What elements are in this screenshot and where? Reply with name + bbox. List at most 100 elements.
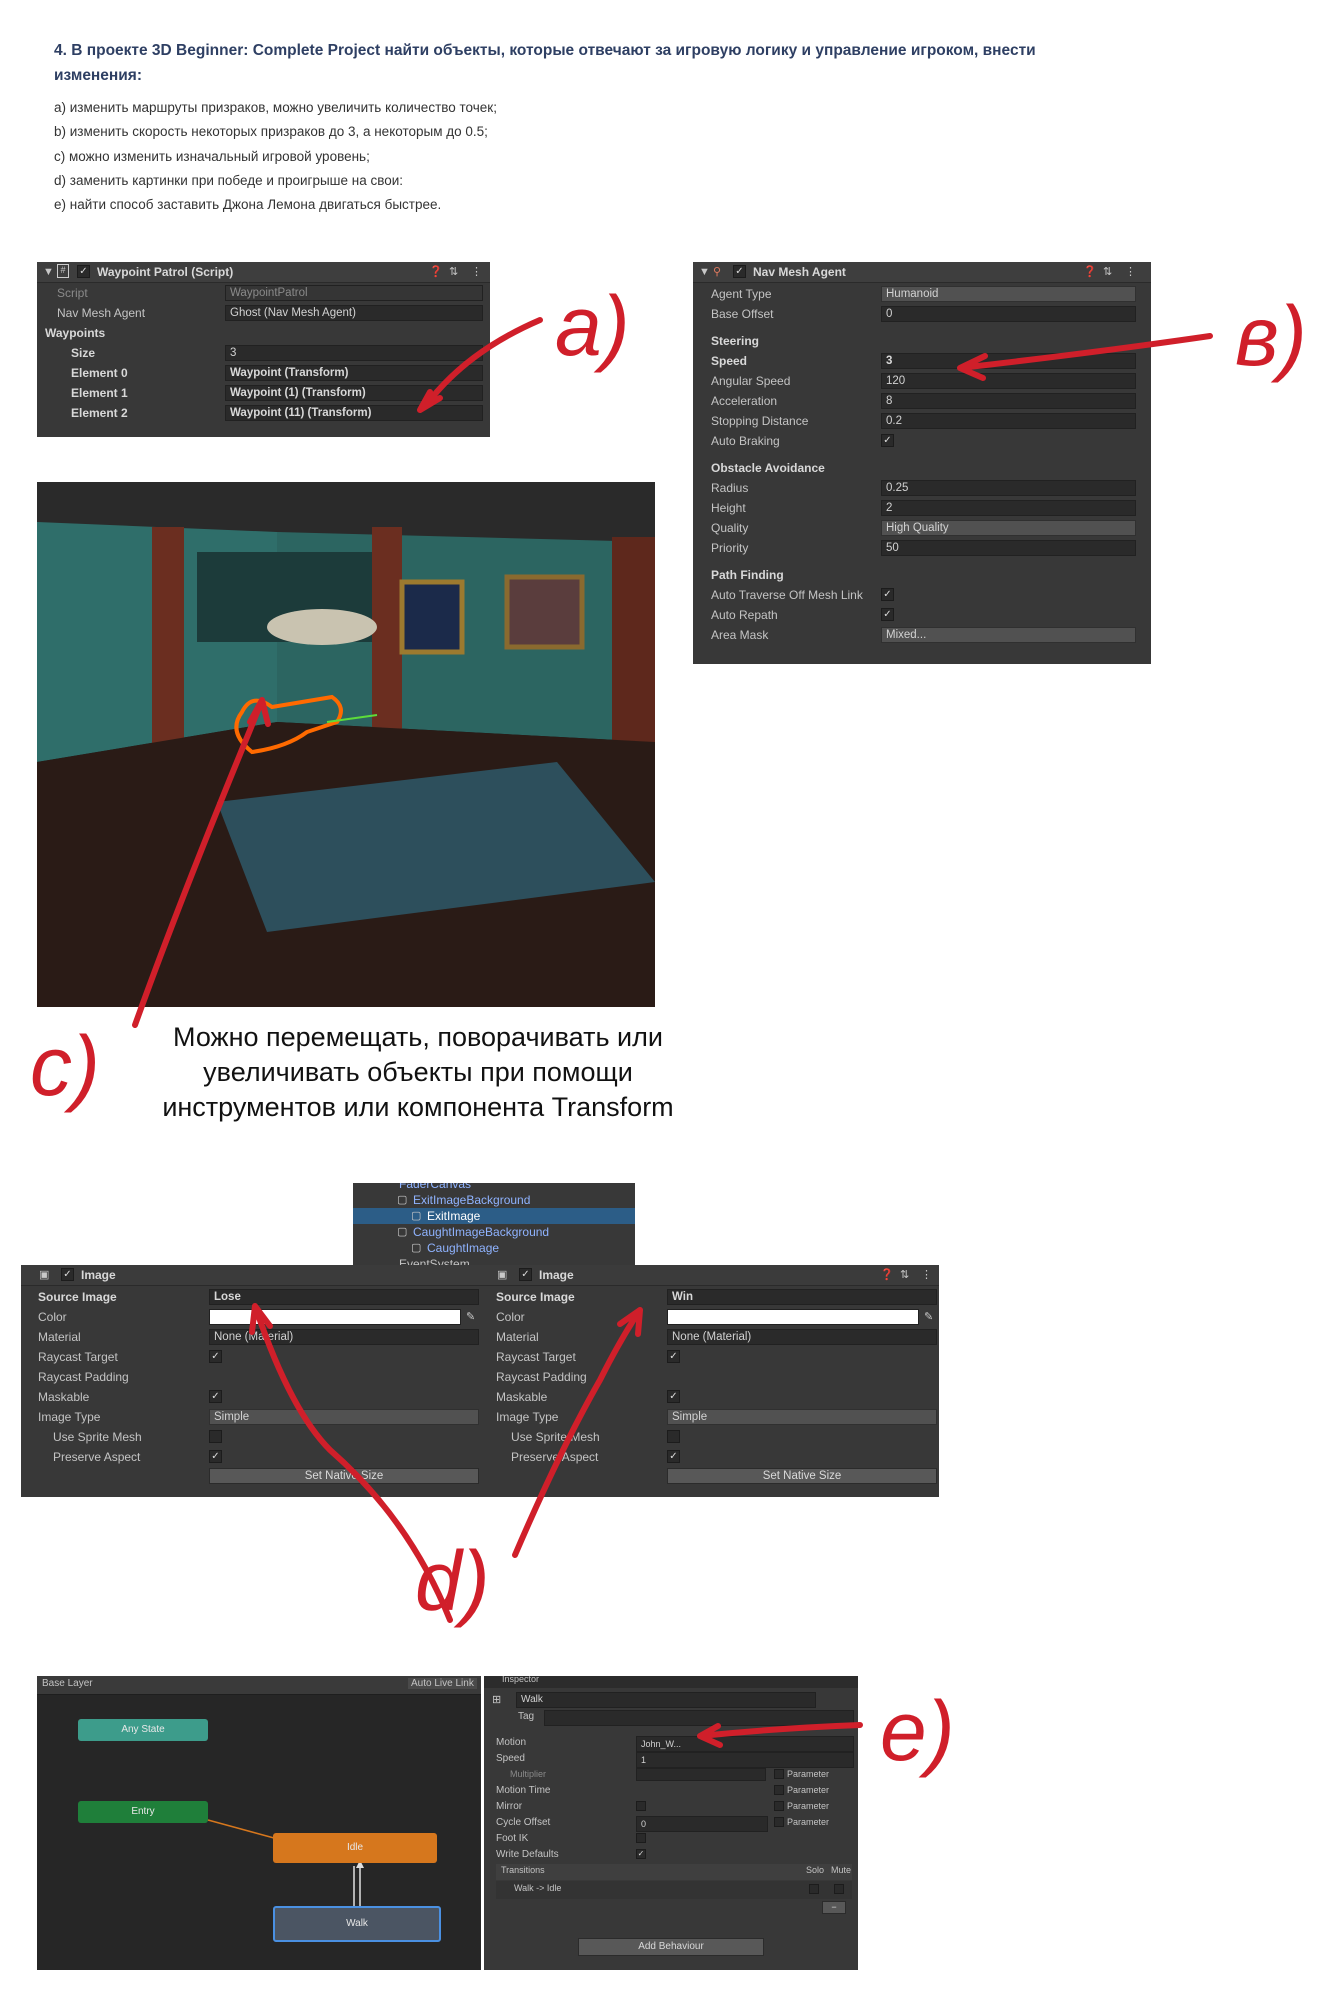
help-icon[interactable]: ❓ bbox=[880, 1268, 894, 1281]
raycast-padding-label[interactable]: Raycast Padding bbox=[38, 1370, 129, 1384]
image-type-dropdown[interactable]: Simple bbox=[667, 1409, 937, 1425]
color-label: Color bbox=[496, 1310, 525, 1324]
stopping-distance-field[interactable]: 0.2 bbox=[881, 413, 1136, 429]
hierarchy-item[interactable]: FaderCanvas bbox=[399, 1183, 471, 1191]
enabled-checkbox[interactable]: ✓ bbox=[77, 265, 90, 278]
mirror-param-checkbox[interactable] bbox=[774, 1801, 784, 1811]
quality-dropdown[interactable]: High Quality bbox=[881, 520, 1136, 536]
enabled-checkbox[interactable]: ✓ bbox=[733, 265, 746, 278]
preset-icon[interactable]: ⇅ bbox=[449, 265, 458, 278]
element-1-field[interactable]: Waypoint (1) (Transform) bbox=[225, 385, 483, 401]
gameobject-icon: ▢ bbox=[397, 1226, 408, 1238]
menu-icon[interactable]: ⋮ bbox=[471, 265, 482, 278]
tag-field[interactable] bbox=[544, 1710, 854, 1726]
eyedropper-icon[interactable]: ✎ bbox=[466, 1310, 475, 1323]
hierarchy-item[interactable]: CaughtImageBackground bbox=[413, 1225, 549, 1239]
animator-graph[interactable]: Base Layer Auto Live Link Any State Entr… bbox=[37, 1676, 481, 1970]
annotation-d: d) bbox=[415, 1534, 490, 1628]
menu-icon[interactable]: ⋮ bbox=[921, 1268, 932, 1281]
image-header[interactable]: ▣ ✓ Image ❓ ⇅ ⋮ bbox=[479, 1265, 939, 1286]
priority-field[interactable]: 50 bbox=[881, 540, 1136, 556]
image-type-dropdown[interactable]: Simple bbox=[209, 1409, 479, 1425]
help-icon[interactable]: ❓ bbox=[429, 265, 443, 278]
foldout-arrow-icon[interactable]: ▼ bbox=[43, 266, 54, 278]
preset-icon[interactable]: ⇅ bbox=[1103, 265, 1112, 278]
scene-viewport[interactable] bbox=[37, 482, 655, 1007]
eyedropper-icon[interactable]: ✎ bbox=[924, 1310, 933, 1323]
radius-field[interactable]: 0.25 bbox=[881, 480, 1136, 496]
auto-traverse-checkbox[interactable]: ✓ bbox=[881, 588, 894, 601]
inspector-tab[interactable]: Inspector bbox=[502, 1676, 539, 1684]
source-image-field[interactable]: Lose bbox=[209, 1289, 479, 1305]
area-mask-dropdown[interactable]: Mixed... bbox=[881, 627, 1136, 643]
multiplier-param-checkbox[interactable] bbox=[774, 1769, 784, 1779]
preset-icon[interactable]: ⇅ bbox=[900, 1268, 909, 1281]
hierarchy-item[interactable]: ExitImageBackground bbox=[413, 1193, 530, 1207]
use-sprite-mesh-label: Use Sprite Mesh bbox=[53, 1430, 142, 1444]
waypoints-label[interactable]: Waypoints bbox=[45, 326, 105, 340]
annotation-c: c) bbox=[30, 1019, 100, 1113]
idle-state-node[interactable]: Idle bbox=[273, 1833, 437, 1863]
task-item-d: d) заменить картинки при победе и проигр… bbox=[54, 172, 404, 188]
base-offset-field[interactable]: 0 bbox=[881, 306, 1136, 322]
use-sprite-mesh-checkbox[interactable] bbox=[209, 1430, 222, 1443]
image-header[interactable]: ▣ ✓ Image bbox=[21, 1265, 481, 1286]
menu-icon[interactable]: ⋮ bbox=[1125, 265, 1136, 278]
image-icon: ▣ bbox=[39, 1269, 50, 1281]
hierarchy-item-selected[interactable]: ExitImage bbox=[427, 1209, 480, 1223]
add-behaviour-button[interactable]: Add Behaviour bbox=[578, 1938, 764, 1956]
color-label: Color bbox=[38, 1310, 67, 1324]
preserve-aspect-checkbox[interactable]: ✓ bbox=[209, 1450, 222, 1463]
enabled-checkbox[interactable]: ✓ bbox=[519, 1268, 532, 1281]
preserve-aspect-checkbox[interactable]: ✓ bbox=[667, 1450, 680, 1463]
waypoint-patrol-panel: ▼ # ✓ Waypoint Patrol (Script) ❓ ⇅ ⋮ Scr… bbox=[37, 262, 490, 437]
element-2-label: Element 2 bbox=[71, 406, 128, 420]
multiplier-dropdown[interactable] bbox=[636, 1768, 766, 1781]
material-field[interactable]: None (Material) bbox=[667, 1329, 937, 1345]
enabled-checkbox[interactable]: ✓ bbox=[61, 1268, 74, 1281]
angular-speed-field[interactable]: 120 bbox=[881, 373, 1136, 389]
maskable-checkbox[interactable]: ✓ bbox=[209, 1390, 222, 1403]
color-field[interactable] bbox=[667, 1309, 919, 1325]
preserve-aspect-label: Preserve Aspect bbox=[53, 1450, 141, 1464]
hierarchy-item[interactable]: CaughtImage bbox=[427, 1241, 499, 1255]
write-defaults-checkbox[interactable]: ✓ bbox=[636, 1849, 646, 1859]
walk-state-node[interactable]: Walk bbox=[273, 1906, 441, 1942]
remove-transition-button[interactable]: − bbox=[822, 1901, 846, 1914]
use-sprite-mesh-checkbox[interactable] bbox=[667, 1430, 680, 1443]
state-name-field[interactable]: Walk bbox=[516, 1692, 816, 1708]
source-image-field[interactable]: Win bbox=[667, 1289, 937, 1305]
element-0-field[interactable]: Waypoint (Transform) bbox=[225, 365, 483, 381]
script-field[interactable]: WaypointPatrol bbox=[225, 285, 483, 301]
mirror-checkbox[interactable] bbox=[636, 1801, 646, 1811]
material-field[interactable]: None (Material) bbox=[209, 1329, 479, 1345]
agent-type-dropdown[interactable]: Humanoid bbox=[881, 286, 1136, 302]
solo-checkbox[interactable] bbox=[809, 1884, 819, 1894]
transition-item[interactable]: Walk -> Idle bbox=[514, 1883, 561, 1893]
motion-time-param-checkbox[interactable] bbox=[774, 1785, 784, 1795]
image-panel-lose: ▣ ✓ Image Source Image Lose Color ✎ Materi… bbox=[21, 1265, 481, 1497]
size-field[interactable]: 3 bbox=[225, 345, 483, 361]
raycast-target-checkbox[interactable]: ✓ bbox=[209, 1350, 222, 1363]
raycast-target-checkbox[interactable]: ✓ bbox=[667, 1350, 680, 1363]
nav-mesh-agent-field[interactable]: Ghost (Nav Mesh Agent) bbox=[225, 305, 483, 321]
height-field[interactable]: 2 bbox=[881, 500, 1136, 516]
acceleration-field[interactable]: 8 bbox=[881, 393, 1136, 409]
raycast-padding-label[interactable]: Raycast Padding bbox=[496, 1370, 587, 1384]
foot-ik-checkbox[interactable] bbox=[636, 1833, 646, 1843]
mute-checkbox[interactable] bbox=[834, 1884, 844, 1894]
color-field[interactable] bbox=[209, 1309, 461, 1325]
nav-mesh-agent-panel: ▼ ⚲ ✓ Nav Mesh Agent ❓ ⇅ ⋮ Agent Type Hum… bbox=[693, 262, 1151, 664]
element-2-field[interactable]: Waypoint (11) (Transform) bbox=[225, 405, 483, 421]
nav-mesh-agent-header[interactable]: ▼ ⚲ ✓ Nav Mesh Agent ❓ ⇅ ⋮ bbox=[693, 262, 1151, 283]
set-native-size-button[interactable]: Set Native Size bbox=[209, 1468, 479, 1484]
foldout-arrow-icon[interactable]: ▼ bbox=[699, 266, 710, 278]
cycle-param-checkbox[interactable] bbox=[774, 1817, 784, 1827]
maskable-checkbox[interactable]: ✓ bbox=[667, 1390, 680, 1403]
waypoint-patrol-header[interactable]: ▼ # ✓ Waypoint Patrol (Script) ❓ ⇅ ⋮ bbox=[37, 262, 490, 283]
set-native-size-button[interactable]: Set Native Size bbox=[667, 1468, 937, 1484]
help-icon[interactable]: ❓ bbox=[1083, 265, 1097, 278]
auto-repath-checkbox[interactable]: ✓ bbox=[881, 608, 894, 621]
auto-braking-checkbox[interactable]: ✓ bbox=[881, 434, 894, 447]
speed-field[interactable]: 3 bbox=[881, 353, 1136, 369]
